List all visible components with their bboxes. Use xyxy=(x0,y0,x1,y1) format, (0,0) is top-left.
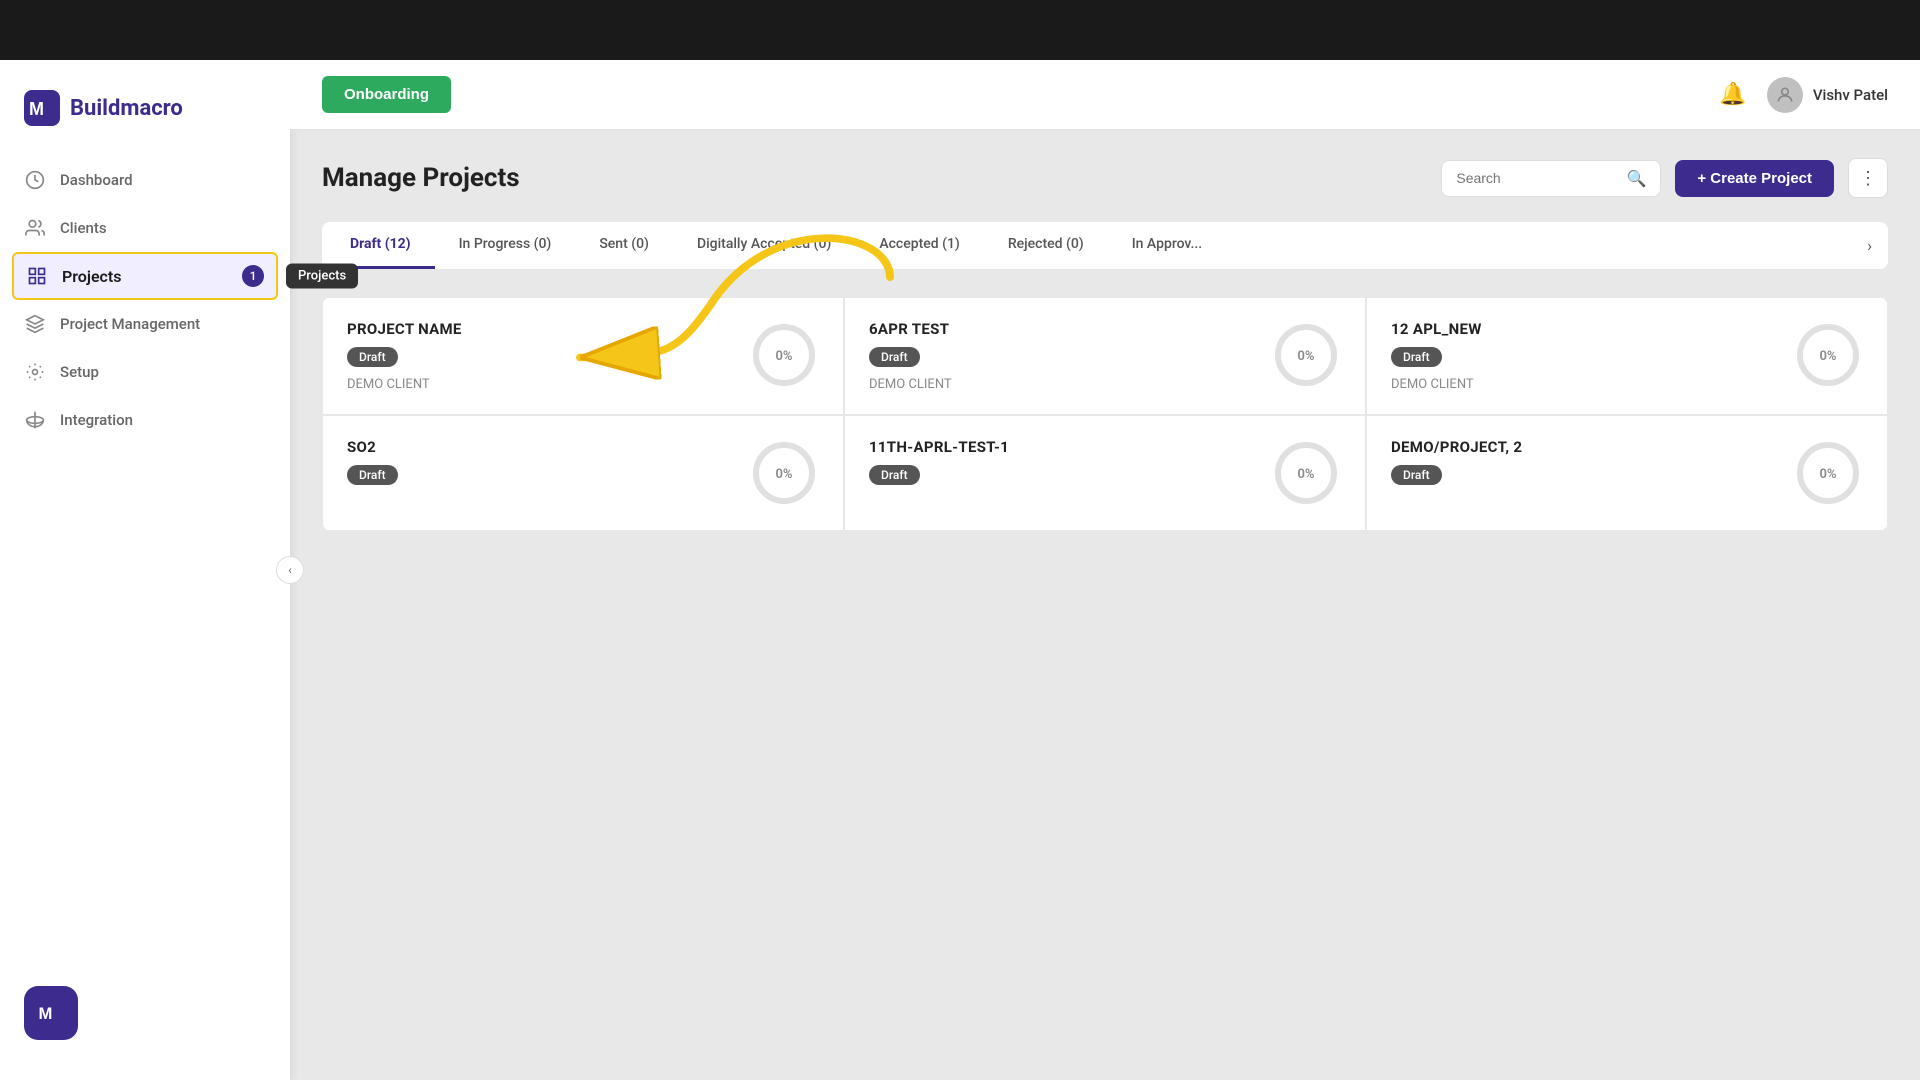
project-name: 6APR TEST xyxy=(869,320,1255,338)
tab-rejected[interactable]: Rejected (0) xyxy=(984,222,1108,269)
create-project-button[interactable]: + Create Project xyxy=(1675,160,1834,197)
progress-circle: 0% xyxy=(1271,320,1341,390)
content-header: Onboarding 🔔 Vishv Patel xyxy=(290,60,1920,130)
svg-text:0%: 0% xyxy=(1819,349,1836,364)
projects-area: Manage Projects 🔍 + Create Project ⋮ Dra… xyxy=(290,130,1920,1080)
project-card[interactable]: 11TH-APRL-TEST-1 Draft 0% xyxy=(844,415,1366,531)
project-info: SO2 Draft xyxy=(347,438,733,485)
progress-circle: 0% xyxy=(1793,438,1863,508)
status-badge: Draft xyxy=(869,465,920,485)
sidebar-item-integration[interactable]: Integration xyxy=(0,396,290,444)
header-right: 🔔 Vishv Patel xyxy=(1719,77,1888,113)
svg-text:0%: 0% xyxy=(1297,467,1314,482)
more-icon: ⋮ xyxy=(1859,168,1877,189)
tab-in-approval[interactable]: In Approv... xyxy=(1108,222,1226,269)
status-badge: Draft xyxy=(1391,347,1442,367)
sidebar-bottom: M xyxy=(0,966,290,1060)
project-name: DEMO/PROJECT, 2 xyxy=(1391,438,1777,456)
search-input[interactable] xyxy=(1456,170,1618,186)
status-badge: Draft xyxy=(347,347,398,367)
tabs-row: Draft (12) In Progress (0) Sent (0) Digi… xyxy=(322,222,1888,269)
sidebar-item-projects[interactable]: Projects 1 Projects xyxy=(12,252,278,300)
search-box[interactable]: 🔍 xyxy=(1441,160,1661,197)
tab-accepted[interactable]: Accepted (1) xyxy=(855,222,984,269)
sidebar-label-setup: Setup xyxy=(60,363,99,381)
sidebar-item-clients[interactable]: Clients xyxy=(0,204,290,252)
notification-icon[interactable]: 🔔 xyxy=(1719,82,1746,107)
management-icon xyxy=(24,313,46,335)
header-actions: 🔍 + Create Project ⋮ xyxy=(1441,158,1888,198)
project-info: 11TH-APRL-TEST-1 Draft xyxy=(869,438,1255,485)
client-name: DEMO CLIENT xyxy=(347,377,733,392)
svg-text:0%: 0% xyxy=(775,467,792,482)
projects-tooltip: Projects xyxy=(286,264,358,289)
clients-icon xyxy=(24,217,46,239)
projects-icon xyxy=(26,265,48,287)
svg-text:0%: 0% xyxy=(1297,349,1314,364)
project-card[interactable]: 12 APL_NEW Draft DEMO CLIENT 0% xyxy=(1366,297,1888,415)
integration-icon xyxy=(24,409,46,431)
svg-text:0%: 0% xyxy=(1819,467,1836,482)
project-card[interactable]: SO2 Draft 0% xyxy=(322,415,844,531)
tab-sent[interactable]: Sent (0) xyxy=(575,222,673,269)
client-name: DEMO CLIENT xyxy=(1391,377,1777,392)
bottom-logo: M xyxy=(24,986,78,1040)
project-name: 12 APL_NEW xyxy=(1391,320,1777,338)
progress-circle: 0% xyxy=(749,438,819,508)
project-card[interactable]: DEMO/PROJECT, 2 Draft 0% xyxy=(1366,415,1888,531)
client-name: DEMO CLIENT xyxy=(869,377,1255,392)
sidebar-item-project-management[interactable]: Project Management xyxy=(0,300,290,348)
projects-grid: PROJECT NAME Draft DEMO CLIENT 0% 6APR T… xyxy=(322,297,1888,531)
sidebar-label-integration: Integration xyxy=(60,411,133,429)
dashboard-icon xyxy=(24,169,46,191)
status-badge: Draft xyxy=(1391,465,1442,485)
sidebar-label-dashboard: Dashboard xyxy=(60,171,133,189)
projects-header: Manage Projects 🔍 + Create Project ⋮ xyxy=(322,158,1888,198)
status-badge: Draft xyxy=(869,347,920,367)
user-avatar xyxy=(1767,77,1803,113)
chevron-left-icon: ‹ xyxy=(288,563,292,577)
more-options-button[interactable]: ⋮ xyxy=(1848,158,1888,198)
tab-digitally-accepted[interactable]: Digitally Accepted (0) xyxy=(673,222,855,269)
project-name: SO2 xyxy=(347,438,733,456)
page-title: Manage Projects xyxy=(322,163,520,193)
svg-text:M: M xyxy=(29,99,44,119)
user-area[interactable]: Vishv Patel xyxy=(1767,77,1888,113)
tab-draft[interactable]: Draft (12) xyxy=(326,222,435,269)
logo-area: M Buildmacro xyxy=(0,80,290,156)
svg-text:M: M xyxy=(39,1004,53,1023)
project-name: PROJECT NAME xyxy=(347,320,733,338)
project-name: 11TH-APRL-TEST-1 xyxy=(869,438,1255,456)
svg-text:0%: 0% xyxy=(775,349,792,364)
sidebar-item-dashboard[interactable]: Dashboard xyxy=(0,156,290,204)
sidebar: M Buildmacro Dashboard Clients Projects … xyxy=(0,60,290,1080)
sidebar-label-clients: Clients xyxy=(60,219,107,237)
project-info: 12 APL_NEW Draft DEMO CLIENT xyxy=(1391,320,1777,392)
sidebar-label-projects: Projects xyxy=(62,267,122,286)
setup-icon xyxy=(24,361,46,383)
user-name: Vishv Patel xyxy=(1813,86,1888,104)
project-card[interactable]: 6APR TEST Draft DEMO CLIENT 0% xyxy=(844,297,1366,415)
buildmacro-logo-icon: M xyxy=(24,90,60,126)
projects-badge: 1 xyxy=(242,265,264,287)
onboarding-button[interactable]: Onboarding xyxy=(322,76,451,113)
progress-circle: 0% xyxy=(1271,438,1341,508)
sidebar-collapse-button[interactable]: ‹ xyxy=(276,556,304,584)
sidebar-item-setup[interactable]: Setup xyxy=(0,348,290,396)
logo-text: Buildmacro xyxy=(70,96,183,121)
progress-circle: 0% xyxy=(1793,320,1863,390)
project-info: DEMO/PROJECT, 2 Draft xyxy=(1391,438,1777,485)
status-badge: Draft xyxy=(347,465,398,485)
tab-in-progress[interactable]: In Progress (0) xyxy=(435,222,576,269)
project-card[interactable]: PROJECT NAME Draft DEMO CLIENT 0% xyxy=(322,297,844,415)
project-info: 6APR TEST Draft DEMO CLIENT xyxy=(869,320,1255,392)
sidebar-label-management: Project Management xyxy=(60,315,200,333)
progress-circle: 0% xyxy=(749,320,819,390)
project-info: PROJECT NAME Draft DEMO CLIENT xyxy=(347,320,733,392)
search-icon: 🔍 xyxy=(1626,169,1646,188)
tabs-scroll-right[interactable]: › xyxy=(1855,222,1884,269)
